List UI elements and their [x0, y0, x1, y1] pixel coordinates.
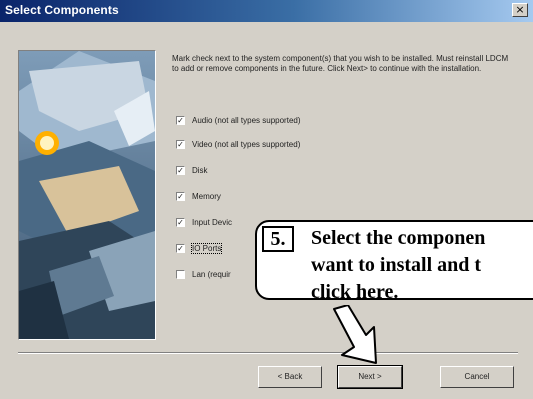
checkbox[interactable]: ✓: [176, 115, 185, 125]
component-label: Input Devic: [192, 217, 233, 227]
checkbox[interactable]: ✓: [176, 165, 185, 175]
pointer-arrow-icon: [333, 305, 377, 364]
component-io-ports[interactable]: ✓ IO Ports: [176, 241, 223, 255]
component-disk[interactable]: ✓ Disk: [176, 163, 208, 177]
window-title: Select Components: [5, 3, 119, 17]
back-button[interactable]: < Back: [258, 366, 322, 388]
component-audio[interactable]: ✓ Audio (not all types supported): [176, 113, 301, 127]
checkbox[interactable]: [176, 269, 185, 279]
separator: [18, 352, 518, 354]
component-lan[interactable]: Lan (requir: [176, 267, 231, 281]
checkbox[interactable]: ✓: [176, 243, 185, 253]
cancel-button[interactable]: Cancel: [440, 366, 514, 388]
checkbox[interactable]: ✓: [176, 191, 185, 201]
component-label: Audio (not all types supported): [192, 115, 301, 125]
component-video[interactable]: ✓ Video (not all types supported): [176, 137, 300, 151]
wizard-illustration-graphic: [19, 51, 155, 339]
component-label: Video (not all types supported): [192, 139, 301, 149]
component-memory[interactable]: ✓ Memory: [176, 189, 221, 203]
component-label: Memory: [192, 191, 221, 201]
component-label: IO Ports: [190, 242, 223, 254]
select-components-dialog: Select Components × Mark check next to t…: [0, 0, 533, 399]
component-input-devices[interactable]: ✓ Input Devic: [176, 215, 232, 229]
callout-step-number: 5.: [262, 226, 294, 252]
close-icon: ×: [515, 3, 525, 16]
close-button[interactable]: ×: [512, 3, 528, 17]
checkbox[interactable]: ✓: [176, 217, 185, 227]
instruction-text: Mark check next to the system component(…: [172, 54, 509, 73]
title-bar: Select Components ×: [0, 0, 533, 22]
callout-text: Select the componen want to install and …: [311, 227, 486, 303]
component-label: Lan (requir: [192, 269, 231, 279]
next-button[interactable]: Next >: [337, 365, 403, 389]
component-label: Disk: [192, 165, 208, 175]
checkbox[interactable]: ✓: [176, 139, 185, 149]
wizard-illustration: [18, 50, 156, 340]
